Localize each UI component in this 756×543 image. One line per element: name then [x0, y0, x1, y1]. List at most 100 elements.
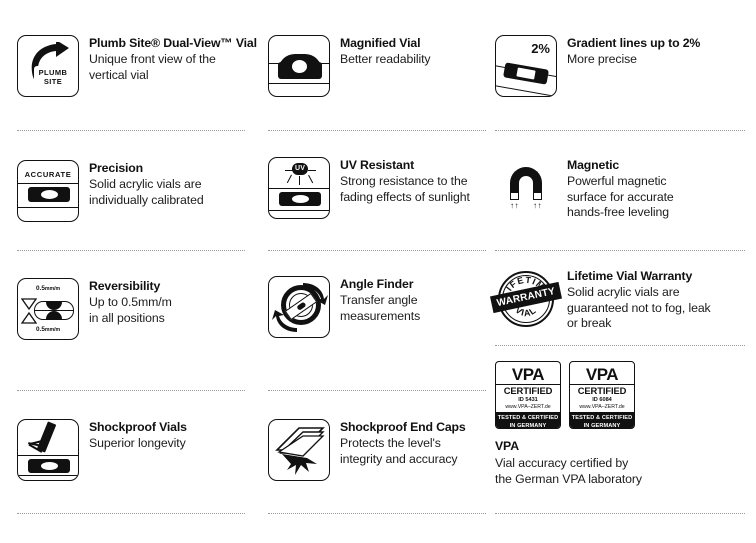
feature-description: Transfer angle measurements [340, 293, 421, 323]
feature-title: VPA [495, 439, 519, 453]
magnet-field-right: ↑↑ [533, 201, 542, 210]
divider [495, 345, 745, 346]
divider [17, 250, 245, 251]
divider [495, 250, 745, 251]
feature-text-block: Shockproof End Caps Protects the level's… [330, 419, 466, 467]
plumb-badge-line2: SITE [43, 76, 63, 86]
vpa-certified-label: CERTIFIED [570, 384, 634, 397]
divider [268, 390, 486, 391]
vpa-footer-line1: TESTED & CERTIFIED [571, 414, 633, 421]
feature-item-lifetime-warranty: LIFETIME VIAL WARRANTY Lifetime Vial War… [489, 268, 711, 332]
vpa-footer: TESTED & CERTIFIED IN GERMANY [496, 412, 560, 428]
feature-item-shockproof-end-caps: Shockproof End Caps Protects the level's… [268, 419, 466, 481]
feature-text-block: UV Resistant Strong resistance to the fa… [330, 157, 470, 205]
divider [17, 513, 245, 514]
reversibility-bottom-label: 0.5mm/m [36, 326, 60, 333]
rev-bottom-unit: mm/m [44, 327, 61, 333]
feature-column-2: Magnified Vial Better readability UV UV … [258, 0, 490, 543]
rotation-arrows [272, 283, 328, 332]
feature-text-block: Gradient lines up to 2% More precise [557, 35, 700, 68]
divider [495, 130, 745, 131]
feature-description: More precise [567, 52, 637, 66]
feature-title: Angle Finder [340, 277, 414, 291]
feature-text-block: Reversibility Up to 0.5mm/m in all posit… [79, 278, 172, 326]
feature-title: Reversibility [89, 279, 161, 293]
vial-centerline [34, 310, 74, 311]
feature-title: Lifetime Vial Warranty [567, 269, 693, 283]
vpa-url: www.VPA–ZERT.de [505, 404, 551, 410]
feature-item-plumb-site: PLUMB SITE Plumb Site® Dual-View™ Vial U… [17, 35, 257, 97]
reversibility-vial-icon: 0.5mm/m 0.5mm/m [17, 278, 79, 340]
divider [268, 513, 486, 514]
plumb-site-vial-icon: PLUMB SITE [17, 35, 79, 97]
feature-text-block: Lifetime Vial Warranty Solid acrylic via… [557, 268, 711, 332]
divider [17, 130, 245, 131]
feature-description: Vial accuracy certified by the German VP… [495, 456, 642, 486]
divider [495, 513, 745, 514]
feature-item-vpa: VPA CERTIFIED ID 5431 www.VPA–ZERT.de TE… [495, 361, 642, 487]
plumb-badge-line1: PLUMB [38, 68, 68, 77]
hammer-shape [36, 421, 57, 453]
vial-bubble [40, 189, 59, 200]
feature-text-block: Magnified Vial Better readability [330, 35, 431, 68]
feature-description: Unique front view of the vertical vial [89, 52, 216, 82]
vpa-id: ID 6084 [592, 397, 612, 403]
feature-title: Magnetic [567, 158, 620, 172]
feature-description: Protects the level's integrity and accur… [340, 436, 458, 466]
feature-item-reversibility: 0.5mm/m 0.5mm/m Reversibility Up to 0.5m… [17, 278, 172, 340]
shockproof-end-caps-icon [268, 419, 330, 481]
shockproof-vial-hammer-icon [17, 419, 79, 481]
feature-item-gradient-lines: 2% Gradient lines up to 2% More precise [495, 35, 700, 97]
reversibility-top-label: 0.5mm/m [36, 285, 60, 292]
angle-finder-dial-icon [268, 276, 330, 338]
vpa-id: ID 5431 [518, 397, 538, 403]
vial-bubble [40, 461, 59, 471]
vpa-badge: VPA CERTIFIED ID 5431 www.VPA–ZERT.de TE… [495, 361, 561, 429]
magnet-shape [510, 167, 542, 195]
accurate-vial-icon: ACCURATE [17, 160, 79, 222]
feature-item-magnetic: ↑↑ ↑↑ Magnetic Powerful magnetic surface… [495, 157, 674, 221]
vpa-badge: VPA CERTIFIED ID 6084 www.VPA–ZERT.de TE… [569, 361, 635, 429]
vpa-certified-label: CERTIFIED [496, 384, 560, 397]
feature-item-angle-finder: Angle Finder Transfer angle measurements [268, 276, 420, 338]
feature-description: Powerful magnetic surface for accurate h… [567, 174, 674, 220]
vial-bubble-bottom [46, 311, 62, 320]
magnet-leg-left [510, 192, 519, 200]
magnet-leg-right [533, 192, 542, 200]
gradient-lines-icon: 2% [495, 35, 557, 97]
feature-text-block: Magnetic Powerful magnetic surface for a… [557, 157, 674, 221]
feature-title: Shockproof Vials [89, 420, 187, 434]
divider [17, 390, 245, 391]
vpa-footer: TESTED & CERTIFIED IN GERMANY [570, 412, 634, 429]
vpa-mark: VPA [511, 365, 545, 384]
vial-bubble [291, 194, 310, 204]
magnet-field-left: ↑↑ [510, 201, 519, 210]
feature-title: Gradient lines up to 2% [567, 36, 701, 50]
feature-column-3: 2% Gradient lines up to 2% More precise [489, 0, 756, 543]
feature-description: Strong resistance to the fading effects … [340, 174, 470, 204]
feature-text-block: Shockproof Vials Superior longevity [79, 419, 187, 452]
feature-item-uv-resistant: UV UV Resistant Strong resistance to the… [268, 157, 470, 219]
end-cap-shape [275, 427, 325, 475]
feature-text-block: Angle Finder Transfer angle measurements [330, 276, 420, 324]
feature-text-block: VPA Vial accuracy certified by the Germa… [495, 438, 642, 487]
feature-description: Solid acrylic vials are individually cal… [89, 177, 204, 207]
magnified-vial-icon [268, 35, 330, 97]
uv-resistant-sun-icon: UV [268, 157, 330, 219]
feature-column-1: PLUMB SITE Plumb Site® Dual-View™ Vial U… [0, 0, 258, 543]
plumb-site-badge-text: PLUMB SITE [34, 66, 72, 88]
vpa-certification-badges: VPA CERTIFIED ID 5431 www.VPA–ZERT.de TE… [495, 361, 642, 429]
magnet-horseshoe-icon: ↑↑ ↑↑ [495, 157, 557, 219]
vpa-footer-line1: TESTED & CERTIFIED [497, 414, 559, 421]
gradient-percent-label: 2% [531, 41, 550, 56]
feature-title: Plumb Site® Dual-View™ Vial [89, 36, 257, 50]
vpa-url: www.VPA–ZERT.de [579, 404, 625, 410]
vial-bubble [291, 59, 308, 74]
feature-text-block: Precision Solid acrylic vials are indivi… [79, 160, 204, 208]
feature-item-precision: ACCURATE Precision Solid acrylic vials a… [17, 160, 204, 222]
rev-top-value: 0.5 [36, 285, 45, 292]
feature-description: Up to 0.5mm/m in all positions [89, 295, 172, 325]
feature-title: UV Resistant [340, 158, 415, 172]
vpa-footer-line2: IN GERMANY [583, 423, 621, 429]
feature-text-block: Plumb Site® Dual-View™ Vial Unique front… [79, 35, 257, 83]
